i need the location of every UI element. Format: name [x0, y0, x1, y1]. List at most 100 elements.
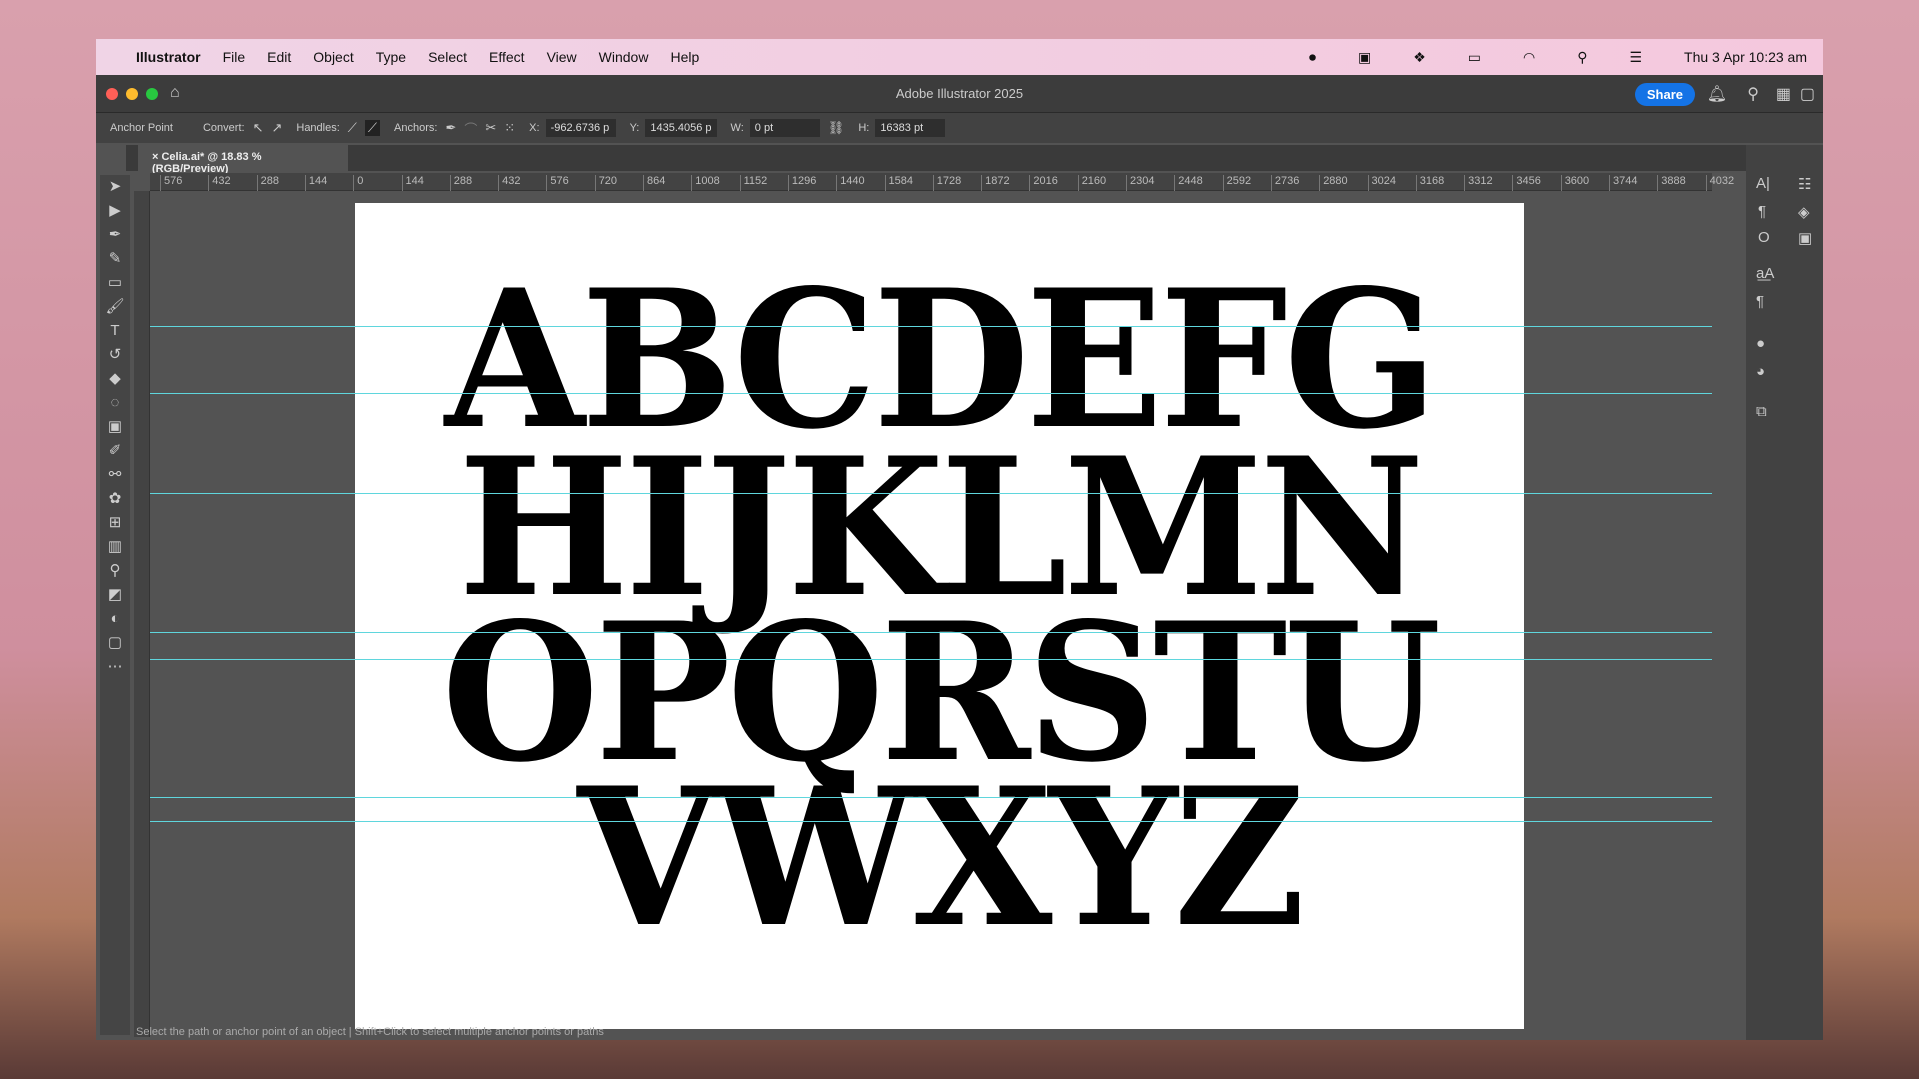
share-button[interactable]: Share — [1634, 83, 1695, 106]
blend-tool-icon[interactable]: ⚯ — [109, 463, 122, 487]
pen-tool-icon[interactable]: ✒ — [109, 223, 122, 247]
outlook-icon[interactable]: ▣ — [1358, 49, 1371, 66]
more-tools-icon[interactable]: ⋯ — [108, 655, 123, 679]
menu-app[interactable]: Illustrator — [136, 49, 201, 65]
ruler-tick-label: 1296 — [787, 175, 816, 191]
connect-anchor-icon[interactable]: ⌒ — [464, 119, 477, 138]
curvature-tool-icon[interactable]: ✎ — [109, 247, 122, 271]
brush-tool-icon[interactable]: 🖌︎ — [105, 295, 124, 319]
paragraph-icon[interactable]: ¶ — [1758, 203, 1766, 220]
x-label: X: — [529, 122, 540, 134]
type-tool-icon[interactable]: T — [110, 319, 119, 343]
ruler-tick-label: 576 — [546, 175, 569, 191]
w-field[interactable]: 0 pt — [749, 119, 820, 137]
glyph-row-4[interactable]: VWXYZ — [384, 763, 1495, 953]
horizontal-ruler: 576 432 288 144 0 144 288 432 576 720 864 1008 1152 1… — [150, 173, 1734, 191]
screen-mode-icon[interactable]: ▢ — [108, 631, 122, 655]
search-icon[interactable]: ⚲ — [1747, 84, 1759, 104]
ruler-tick-label: 144 — [304, 175, 327, 191]
ruler-tick-label: 288 — [256, 175, 279, 191]
menu-object[interactable]: Object — [313, 49, 353, 65]
ruler-tick-label: 2448 — [1174, 175, 1203, 191]
menu-help[interactable]: Help — [670, 49, 699, 65]
reference-point-icon[interactable]: ⁙ — [504, 120, 515, 136]
draw-mode-icon[interactable]: ◐ — [110, 607, 119, 631]
artboard-tool-icon[interactable]: ⊞ — [109, 511, 122, 535]
hide-handles-icon[interactable]: ⟋ — [364, 120, 381, 136]
graph-tool-icon[interactable]: ▥ — [108, 535, 122, 559]
rotate-tool-icon[interactable]: ↺ — [109, 343, 122, 367]
control-center-icon[interactable]: ☰ — [1629, 49, 1642, 66]
eyedropper-tool-icon[interactable]: ✐ — [109, 439, 122, 463]
control-bar: Anchor Point Convert: ↖ ↗ Handles: ⟋ ⟋ A… — [96, 113, 1823, 143]
guide[interactable] — [150, 659, 1712, 660]
guide[interactable] — [150, 632, 1712, 633]
bell-icon[interactable]: 🔔︎ — [1707, 84, 1727, 104]
menu-type[interactable]: Type — [376, 49, 406, 65]
ruler-tick-label: 3744 — [1609, 175, 1637, 191]
menu-select[interactable]: Select — [428, 49, 467, 65]
selection-tool-icon[interactable]: ➤ — [109, 175, 122, 199]
remove-anchor-icon[interactable]: ✒ — [445, 120, 456, 136]
ruler-tick-label: 2304 — [1126, 175, 1154, 191]
clock[interactable]: Thu 3 Apr 10:23 am — [1684, 49, 1807, 65]
convert-label: Convert: — [202, 122, 245, 134]
character-styles-icon[interactable]: a͟A — [1756, 265, 1774, 282]
guide[interactable] — [150, 821, 1712, 822]
convert-corner-icon[interactable]: ↖ — [253, 120, 264, 136]
fill-stroke-icon[interactable]: ◩ — [108, 583, 122, 607]
guide[interactable] — [150, 493, 1712, 494]
pathfinder-icon[interactable]: ⧉ — [1756, 403, 1767, 420]
appearance-icon[interactable]: ● — [1756, 335, 1765, 352]
link-proportions-icon[interactable]: ⛓ — [828, 120, 845, 136]
ruler-tick-label: 1872 — [981, 175, 1010, 191]
gradient-tool-icon[interactable]: ▣ — [108, 415, 122, 439]
convert-smooth-icon[interactable]: ↗ — [271, 120, 282, 136]
eraser-tool-icon[interactable]: ◆ — [109, 367, 121, 391]
dropbox-icon[interactable]: ❖ — [1413, 49, 1426, 66]
lasso-tool-icon[interactable]: ◌ — [111, 391, 120, 415]
battery-icon[interactable]: ▭ — [1468, 49, 1481, 66]
ruler-tick-label: 288 — [449, 175, 472, 191]
right-panels: A| ¶ O a͟A ¶ ● ◕ ⧉ ☷ ◈ ▣ — [1746, 145, 1823, 1040]
color-icon[interactable]: ◕ — [1756, 363, 1765, 380]
record-icon[interactable]: ⏺ — [1309, 49, 1316, 66]
libraries-icon[interactable]: ▣ — [1798, 229, 1812, 247]
cut-path-icon[interactable]: ✂ — [485, 120, 496, 136]
direct-selection-tool-icon[interactable]: ▶ — [109, 199, 121, 223]
menu-edit[interactable]: Edit — [267, 49, 291, 65]
panel-toggle-icon[interactable]: ▢ — [1800, 84, 1815, 104]
menu-file[interactable]: File — [223, 49, 246, 65]
h-field[interactable]: 16383 pt — [875, 119, 946, 137]
rectangle-tool-icon[interactable]: ▭ — [108, 271, 122, 295]
x-field[interactable]: -962.6736 p — [545, 119, 616, 137]
opentype-icon[interactable]: O — [1758, 229, 1770, 246]
zoom-tool-icon[interactable]: ⚲ — [110, 559, 121, 583]
guide[interactable] — [150, 797, 1712, 798]
canvas[interactable]: ABCDEFG HIJKLMN OPQRSTU VWXYZ — [150, 191, 1712, 1037]
w-label: W: — [730, 122, 744, 134]
menu-window[interactable]: Window — [599, 49, 649, 65]
character-icon[interactable]: A| — [1756, 175, 1770, 192]
title-bar: ⌂ Adobe Illustrator 2025 Share 🔔︎ ⚲ ▦ ▢ — [96, 75, 1823, 113]
ruler-tick-label: 0 — [353, 175, 363, 191]
paragraph-styles-icon[interactable]: ¶ — [1756, 293, 1764, 310]
workspace-icon[interactable]: ▦ — [1776, 84, 1791, 104]
document-tab[interactable]: × Celia.ai* @ 18.83 % (RGB/Preview) — [138, 145, 348, 175]
ruler-tick-label: 2592 — [1222, 175, 1251, 191]
menu-effect[interactable]: Effect — [489, 49, 525, 65]
symbol-tool-icon[interactable]: ✿ — [109, 487, 122, 511]
wifi-icon[interactable]: ◠ — [1523, 49, 1535, 66]
properties-icon[interactable]: ☷ — [1798, 175, 1811, 193]
spotlight-icon[interactable]: ⚲ — [1577, 49, 1587, 66]
guide[interactable] — [150, 326, 1712, 327]
layers-icon[interactable]: ◈ — [1798, 203, 1810, 221]
show-handles-icon[interactable]: ⟋ — [348, 120, 357, 136]
menu-view[interactable]: View — [547, 49, 577, 65]
ruler-tick-label: 3600 — [1560, 175, 1589, 191]
handles-label: Handles: — [296, 122, 340, 134]
ruler-tick-label: 3312 — [1464, 175, 1493, 191]
macos-menubar: Illustrator File Edit Object Type Select… — [96, 39, 1823, 75]
y-field[interactable]: 1435.4056 p — [645, 119, 717, 137]
guide[interactable] — [150, 393, 1712, 394]
